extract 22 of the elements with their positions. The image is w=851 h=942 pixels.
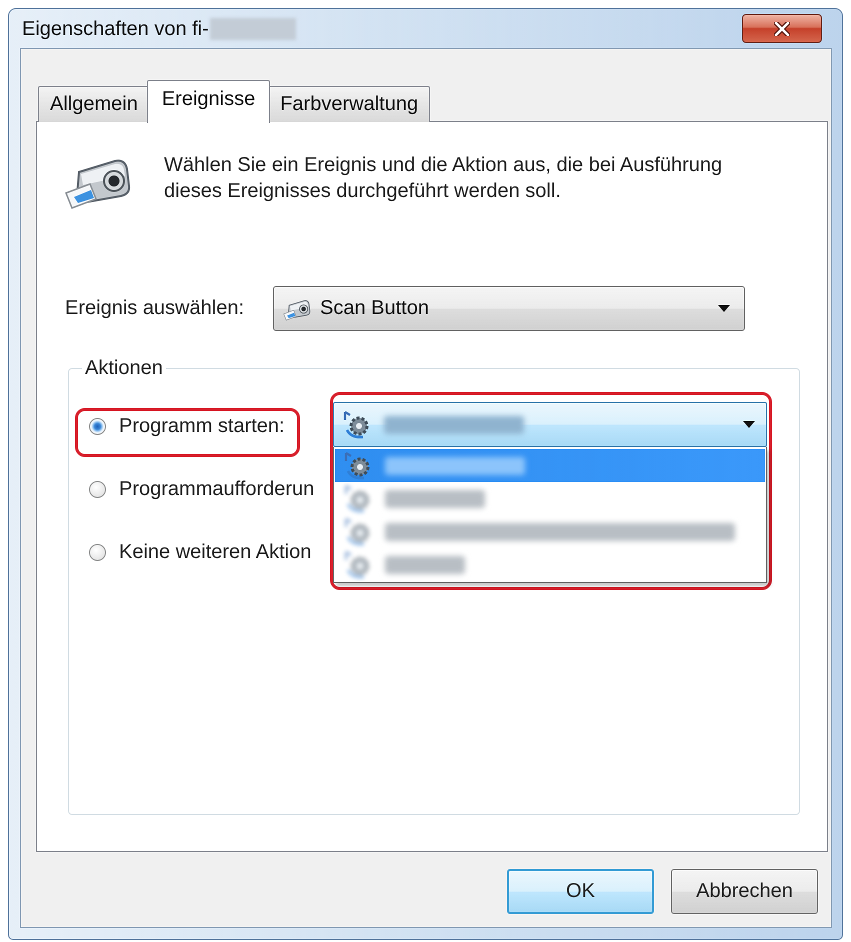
dialog-button[interactable]: Abbrechen [671,869,818,914]
description-text: Wählen Sie ein Ereignis und die Aktion aus, die bei Ausführung dieses Ereignisses durchgeführt werden soll. [164,153,724,204]
radio-button[interactable] [89,418,106,434]
radio-button[interactable] [89,544,106,560]
tab[interactable]: Farbverwaltung [268,86,430,122]
close-button[interactable] [742,14,822,43]
window-title: Eigenschaften von fi- [21,16,209,40]
dropdown-item[interactable] [335,449,765,482]
field-label: Ereignis auswählen: [65,297,245,320]
caret-icon [718,305,730,312]
radio-button[interactable] [89,480,106,498]
radio-option[interactable]: Keine weiteren Aktion [89,537,312,567]
caret-icon [743,421,755,428]
radio-option[interactable]: Programm starten: [89,411,285,441]
group-title: Aktionen [84,356,164,380]
tab[interactable]: Ereignisse [146,80,270,123]
dialog-button[interactable]: OK [507,869,654,914]
close-icon [774,22,790,36]
program-dropdown[interactable] [333,402,767,447]
tab[interactable]: Allgemein [38,86,150,122]
radio-option[interactable]: Programmaufforderun [89,474,314,504]
event-dropdown[interactable]: Scan Button [273,286,745,331]
